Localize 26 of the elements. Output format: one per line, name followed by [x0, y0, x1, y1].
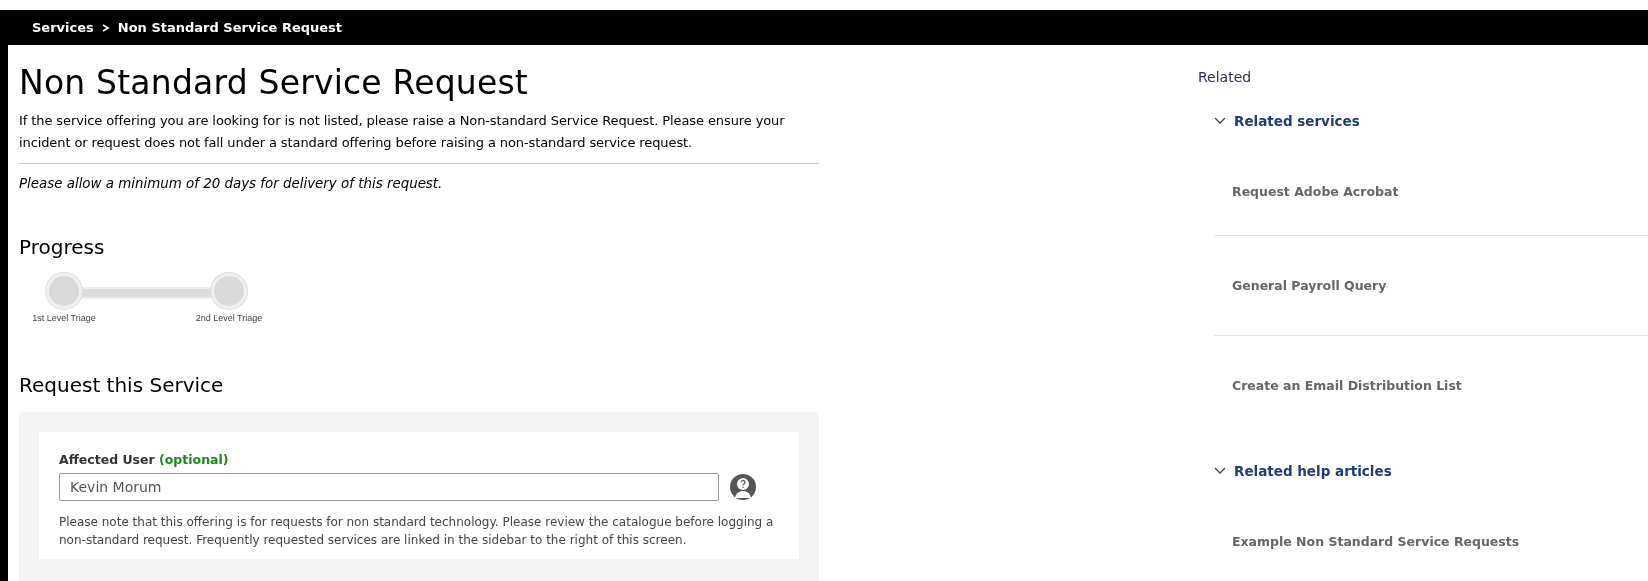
breadcrumb-separator-icon	[101, 23, 110, 32]
section-toggle[interactable]: Related help articles	[1214, 463, 1392, 479]
chevron-icon	[1214, 117, 1226, 125]
section-heading: Request this Service	[19, 373, 225, 397]
breadcrumb-link[interactable]: Non Standard Service Request	[117, 20, 343, 35]
section-toggle[interactable]: Related services	[1214, 113, 1360, 129]
stage-label: 1st Level Triage	[32, 313, 96, 323]
section-heading: Progress	[19, 235, 106, 259]
sidebar-title: Related	[1198, 69, 1253, 85]
related-link[interactable]: Example Non Standard Service Requests	[1232, 533, 1520, 549]
input-field[interactable]: Kevin Morum	[59, 473, 719, 501]
stage-dot	[46, 273, 82, 309]
field-label: Affected User	[59, 452, 155, 467]
optional-tag: (optional)	[159, 452, 229, 467]
help-icon[interactable]	[729, 473, 757, 501]
related-link[interactable]: Request Adobe Acrobat	[1232, 183, 1399, 199]
stage-label: 2nd Level Triage	[195, 313, 263, 323]
page-title: Non Standard Service Request	[19, 63, 529, 102]
field-note: Please note that this offering is for requests for non standard technology. Please review the catalogue before logging a non-standard request. Frequently requested services are linked in the sidebar to the right of this screen.	[59, 514, 775, 549]
page-description: If the service offering you are looking for is not listed, please raise a Non-standard Service Request. Please ensure your incident or request does not fall under a standard offering before raising a non-standard service request.	[19, 112, 786, 152]
related-link[interactable]: General Payroll Query	[1232, 278, 1387, 293]
delivery-note: Please allow a minimum of 20 days for delivery of this request.	[19, 176, 444, 191]
related-link[interactable]: Create an Email Distribution List	[1232, 378, 1462, 393]
chevron-icon	[1214, 467, 1226, 475]
stage-dot	[211, 273, 247, 309]
breadcrumb-link[interactable]: Services	[32, 20, 94, 35]
